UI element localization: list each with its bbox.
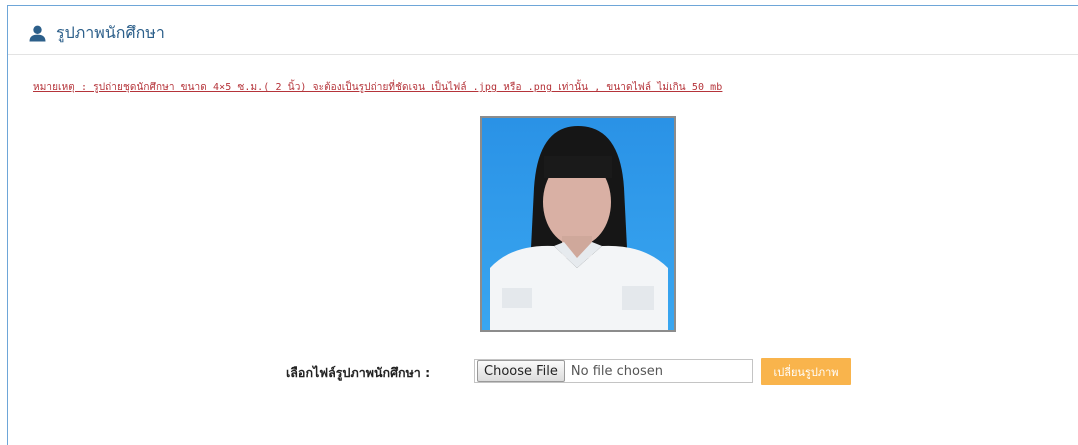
upload-note: หมายเหตุ : รูปถ่ายชุดนักศึกษา ขนาด 4×5 ซ… (33, 82, 723, 93)
panel-title: รูปภาพนักศึกษา (56, 23, 165, 42)
file-input[interactable]: Choose File No file chosen (474, 359, 753, 383)
choose-file-label: เลือกไฟล์รูปภาพนักศึกษา : (286, 365, 431, 380)
panel-header: รูปภาพนักศึกษา (8, 6, 1078, 55)
student-photo (480, 116, 676, 332)
choose-file-button[interactable]: Choose File (477, 360, 565, 382)
student-photo-panel: รูปภาพนักศึกษา หมายเหตุ : รูปถ่ายชุดนักศ… (7, 5, 1078, 445)
change-photo-button[interactable]: เปลี่ยนรูปภาพ (761, 358, 851, 385)
upload-row: เลือกไฟล์รูปภาพนักศึกษา : Choose File No… (8, 358, 1078, 385)
file-status-text: No file chosen (570, 363, 663, 379)
user-icon (29, 25, 46, 42)
student-photo-image (482, 118, 674, 330)
